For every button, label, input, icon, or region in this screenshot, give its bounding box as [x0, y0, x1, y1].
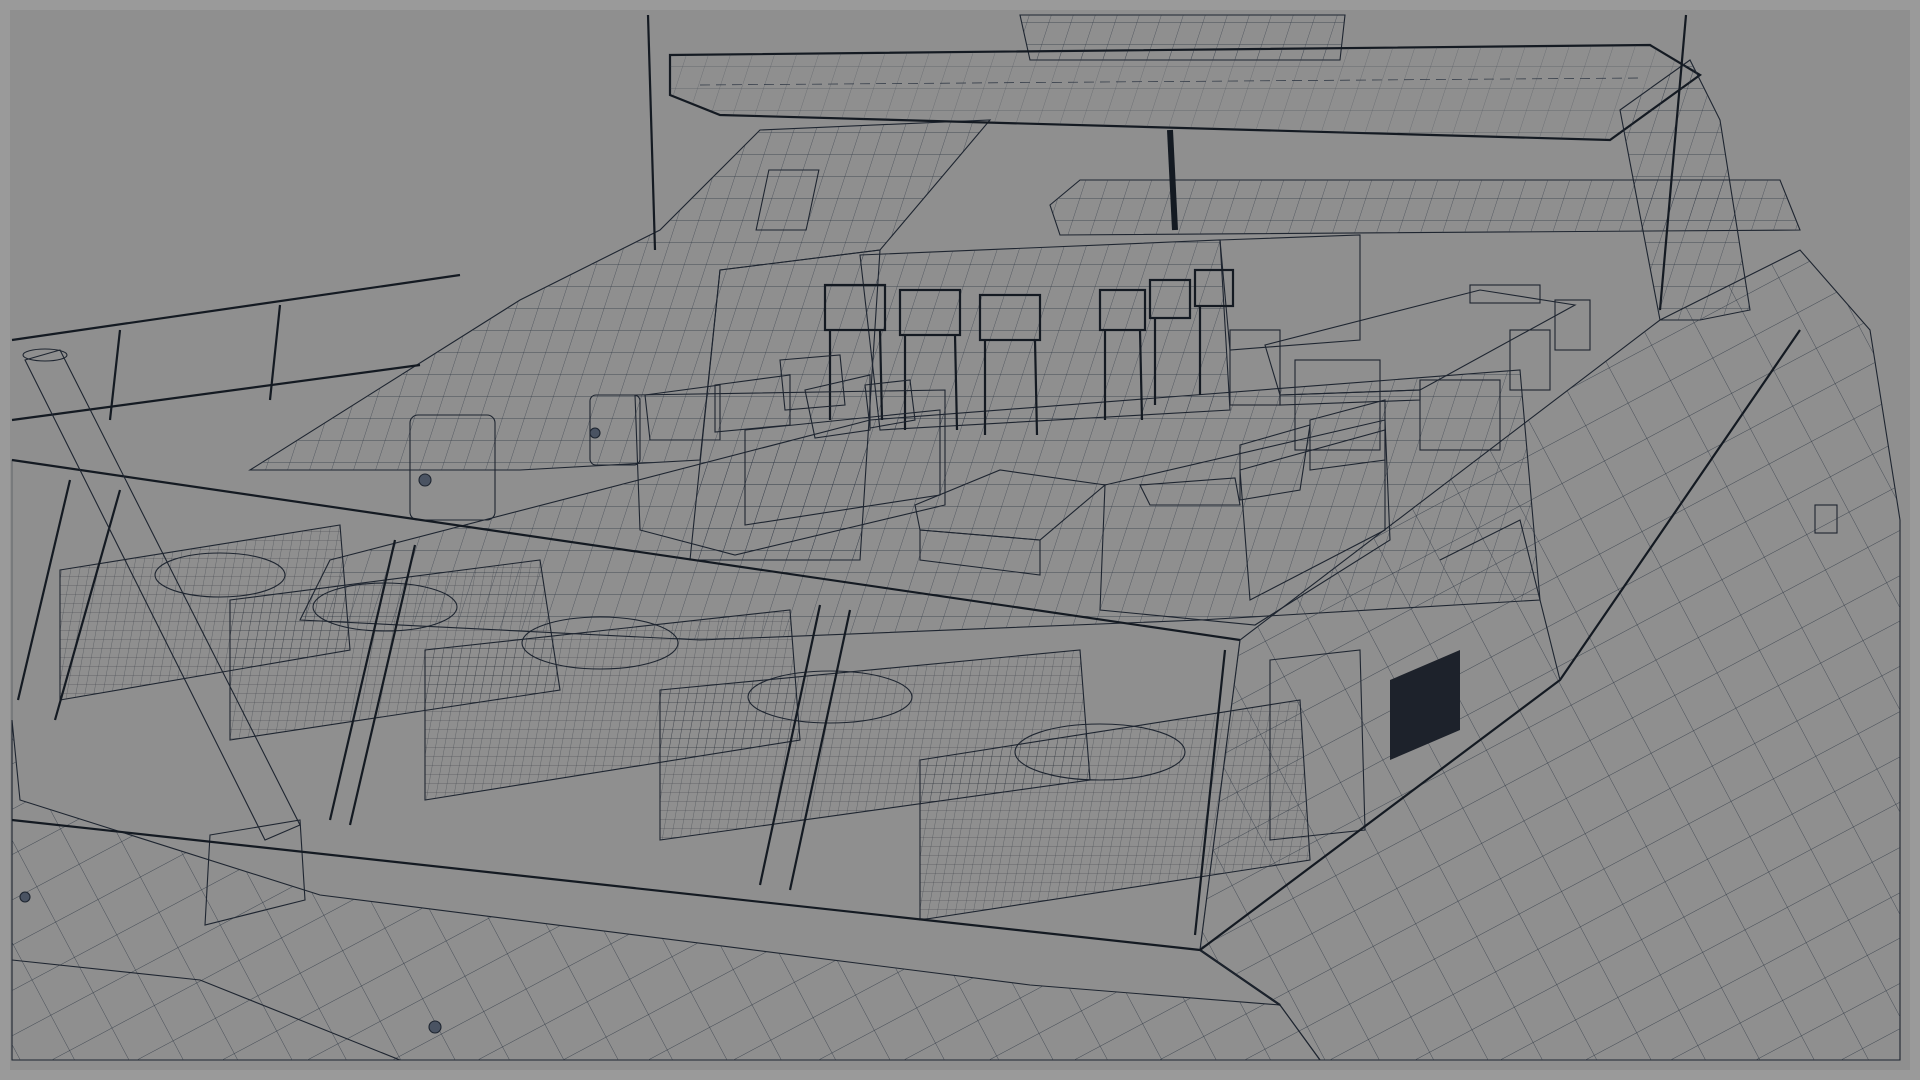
3d-viewport[interactable]: [0, 0, 1920, 1080]
yacht-wireframe-scene: [0, 0, 1920, 1080]
